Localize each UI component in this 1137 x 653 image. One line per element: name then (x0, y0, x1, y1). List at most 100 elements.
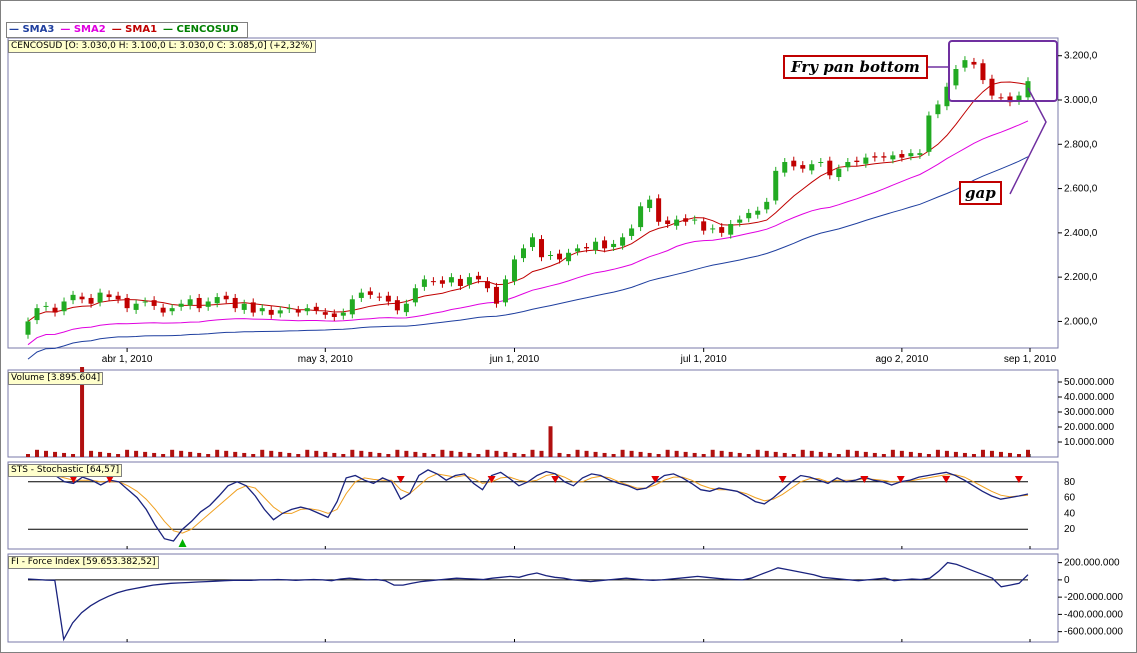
candle-body (692, 219, 698, 221)
candle-body (701, 221, 707, 231)
volume-bar (188, 451, 193, 457)
candle-body (566, 252, 572, 262)
candle-body (421, 279, 427, 287)
volume-bar (332, 452, 337, 457)
volume-bar (989, 450, 994, 457)
candle-body (998, 97, 1004, 99)
force-y-tick-label: 0 (1064, 575, 1070, 586)
volume-bar (764, 450, 769, 457)
volume-bar (773, 451, 778, 457)
candle-body (683, 218, 689, 222)
candle-body (376, 296, 382, 298)
volume-bar (260, 449, 265, 457)
volume-bar (62, 452, 67, 457)
volume-bar (152, 452, 157, 457)
force-index-panel (7, 553, 1059, 643)
legend-sma3[interactable]: — SMA3 (9, 23, 54, 37)
volume-bar (107, 452, 112, 457)
candle-body (638, 206, 644, 228)
volume-bar (755, 449, 760, 457)
volume-y-tick-label: 50.000.000 (1064, 377, 1114, 388)
volume-bar (134, 450, 139, 457)
volume-bar (494, 450, 499, 457)
legend-cencosud[interactable]: — CENCOSUD (163, 23, 239, 37)
candle-body (79, 296, 85, 300)
candle-body (773, 170, 779, 201)
legend-sma2[interactable]: — SMA2 (60, 23, 105, 37)
volume-bar (953, 451, 958, 457)
volume-bar (179, 450, 184, 457)
candle-body (115, 295, 121, 300)
candle-body (953, 69, 959, 86)
volume-bar (395, 449, 400, 457)
candle-body (575, 248, 581, 252)
volume-bar (314, 450, 319, 457)
volume-bar (449, 450, 454, 457)
candle-body (106, 294, 112, 298)
chart-canvas: 2.000,0 2.200,0 2.400,0 2.600,0 2.800,0 3.000… (7, 37, 1123, 643)
force-y-tick-label: -400.000.000 (1064, 609, 1123, 620)
volume-bar (170, 449, 175, 457)
volume-bar (89, 450, 94, 457)
candle-body (800, 165, 806, 169)
candle-body (430, 281, 436, 283)
volume-bar (683, 451, 688, 457)
volume-bar (746, 454, 751, 457)
candle-body (890, 155, 896, 160)
volume-y-tick-label: 40.000.000 (1064, 392, 1114, 403)
price-y-tick-label: 2.800,0 (1064, 139, 1098, 150)
stochastic-y-tick-label: 40 (1064, 508, 1076, 519)
price-y-tick-label: 2.200,0 (1064, 272, 1098, 283)
candle-body (367, 291, 373, 295)
volume-bar (782, 452, 787, 457)
candle-body (124, 297, 130, 309)
candle-body (719, 227, 725, 233)
price-y-tick-label: 3.000,0 (1064, 95, 1098, 106)
volume-bar (251, 454, 256, 457)
candle-body (268, 309, 274, 315)
volume-bar (971, 454, 976, 457)
volume-bar (692, 452, 697, 457)
volume-bar (845, 449, 850, 457)
volume-bar (233, 451, 238, 457)
candle-body (935, 104, 941, 115)
volume-bar (827, 452, 832, 457)
candle-body (340, 312, 346, 316)
volume-bar (863, 451, 868, 457)
candle-body (259, 308, 265, 312)
volume-bar (647, 452, 652, 457)
candle-body (647, 199, 653, 209)
volume-bar (125, 449, 130, 457)
candle-body (52, 307, 58, 313)
volume-bar (485, 449, 490, 457)
x-tick-label: may 3, 2010 (298, 354, 353, 365)
candle-body (674, 219, 680, 226)
candle-body (223, 295, 229, 300)
candle-body (214, 297, 220, 304)
candle-body (989, 78, 995, 96)
candle-body (322, 312, 328, 315)
candle-body (584, 247, 590, 249)
volume-bar (422, 452, 427, 457)
candle-body (611, 243, 617, 248)
candle-body (349, 299, 355, 315)
candle-body (205, 301, 211, 307)
volume-bar (737, 452, 742, 457)
x-tick-label: jul 1, 2010 (680, 354, 728, 365)
fry-pan-annotation: Fry pan bottom (783, 55, 928, 79)
volume-bar (611, 454, 616, 457)
volume-bar (899, 450, 904, 457)
candle-body (656, 198, 662, 222)
volume-bar (575, 449, 580, 457)
force-y-tick-label: 200.000.000 (1064, 558, 1120, 569)
candle-body (25, 321, 31, 335)
volume-bar (197, 452, 202, 457)
candle-body (845, 162, 851, 168)
volume-bar (629, 450, 634, 457)
volume-bar (872, 452, 877, 457)
volume-bar (566, 454, 571, 457)
volume-bar (503, 451, 508, 457)
candle-body (872, 156, 878, 158)
x-tick-label: ago 2, 2010 (875, 354, 928, 365)
legend-sma1[interactable]: — SMA1 (112, 23, 157, 37)
